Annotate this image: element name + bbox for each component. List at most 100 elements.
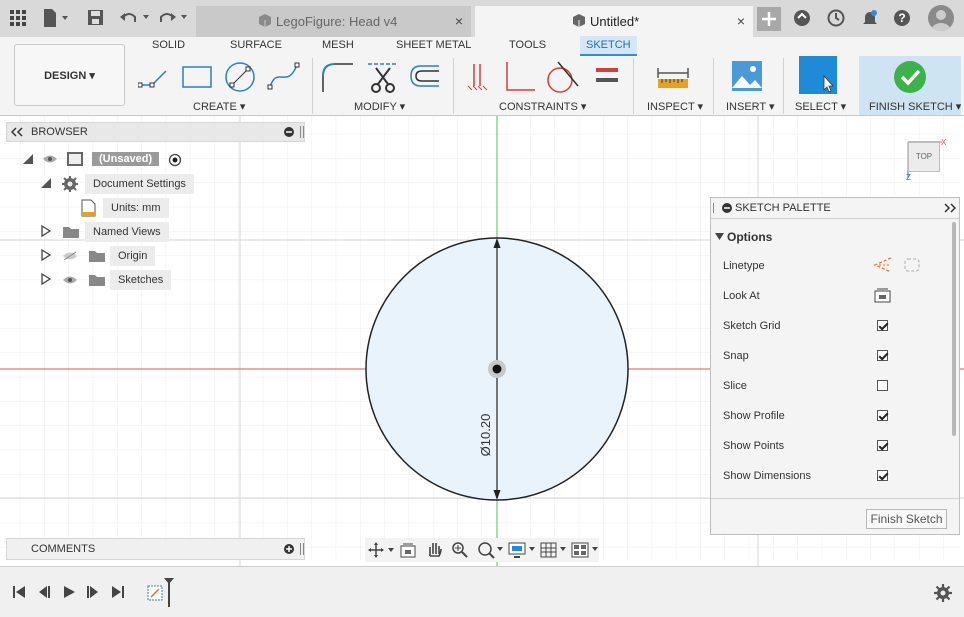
modify-group-label[interactable]: MODIFY ▾ (354, 100, 405, 113)
display-settings-icon[interactable] (508, 541, 536, 562)
collapsed-triangle-icon[interactable] (40, 248, 52, 264)
job-status-icon[interactable] (827, 9, 845, 30)
expand-triangle-icon[interactable] (22, 153, 34, 168)
equal-constraint-icon[interactable] (594, 66, 620, 91)
sidebar-item-sketches[interactable]: Sketches (40, 270, 180, 290)
workspace-switcher[interactable]: DESIGN ▾ (14, 44, 125, 106)
select-group-label[interactable]: SELECT ▾ (795, 100, 846, 113)
fillet-tool-icon[interactable] (320, 60, 354, 97)
orbit-icon[interactable] (368, 542, 394, 561)
palette-minimize-icon[interactable] (722, 203, 732, 216)
perpendicular-constraint-icon[interactable] (502, 60, 536, 97)
look-at-icon[interactable] (874, 287, 892, 306)
tab-sketch[interactable]: SKETCH (580, 36, 637, 56)
view-cube[interactable]: TOP X Z (900, 138, 950, 188)
finish-sketch-button[interactable]: Finish Sketch (866, 509, 947, 529)
add-comment-icon[interactable] (284, 544, 294, 557)
browser-minimize-icon[interactable] (284, 127, 294, 140)
show-profile-checkbox[interactable] (877, 410, 888, 421)
sidebar-item-document-settings[interactable]: Document Settings (40, 174, 200, 194)
extensions-icon[interactable] (793, 9, 811, 30)
hidden-eye-icon[interactable] (62, 251, 78, 264)
select-tool-icon[interactable] (799, 56, 837, 94)
constraints-group-label[interactable]: CONSTRAINTS ▾ (499, 100, 586, 113)
snap-checkbox[interactable] (877, 350, 888, 361)
construction-linetype-icon[interactable] (873, 256, 893, 277)
tab-tools[interactable]: TOOLS (509, 39, 546, 51)
viewports-icon[interactable] (571, 541, 599, 562)
show-dimensions-checkbox[interactable] (877, 470, 888, 481)
diameter-dimension-label[interactable]: Ø10.20 (478, 409, 493, 461)
expand-panel-icon[interactable] (944, 203, 957, 216)
look-at-nav-icon[interactable] (399, 541, 417, 562)
collapsed-triangle-icon[interactable] (40, 224, 52, 240)
sketch-grid-checkbox[interactable] (877, 320, 888, 331)
insert-image-icon[interactable] (731, 60, 763, 95)
browser-root-label[interactable]: (Unsaved) (92, 152, 160, 166)
zoom-window-icon[interactable] (476, 541, 504, 562)
sidebar-item-origin[interactable]: Origin (40, 246, 160, 266)
rectangle-tool-icon[interactable] (180, 63, 214, 94)
zoom-icon[interactable] (451, 541, 469, 562)
browser-header[interactable]: BROWSER (6, 122, 305, 142)
circle-tool-icon[interactable] (223, 60, 257, 97)
centerline-linetype-icon[interactable] (903, 257, 921, 276)
create-group-label[interactable]: CREATE ▾ (193, 100, 245, 113)
play-icon[interactable] (62, 585, 76, 602)
tab-mesh[interactable]: MESH (322, 39, 354, 51)
go-to-end-icon[interactable] (111, 585, 125, 602)
trim-scissors-icon[interactable] (366, 60, 400, 97)
go-to-start-icon[interactable] (12, 585, 26, 602)
comments-panel[interactable]: COMMENTS (6, 538, 305, 560)
document-tab-legofigure[interactable]: LegoFigure: Head v4 × (196, 6, 471, 37)
inspect-group-label[interactable]: INSPECT ▾ (647, 100, 703, 113)
visibility-eye-icon[interactable] (42, 154, 58, 167)
measure-ruler-icon[interactable] (656, 64, 690, 93)
panel-grip-icon[interactable] (300, 543, 304, 555)
collapse-panel-icon[interactable] (10, 127, 23, 140)
panel-grip-icon[interactable] (713, 203, 715, 213)
palette-header[interactable]: SKETCH PALETTE (711, 198, 959, 219)
step-back-icon[interactable] (37, 585, 51, 602)
center-point[interactable] (488, 360, 506, 378)
view-cube-top-face[interactable]: TOP (908, 142, 940, 172)
undo-icon[interactable] (119, 9, 151, 27)
collapsed-triangle-icon[interactable] (40, 272, 52, 288)
step-forward-icon[interactable] (86, 585, 100, 602)
tab-solid[interactable]: SOLID (152, 39, 185, 51)
tangent-constraint-icon[interactable] (544, 60, 580, 97)
pan-hand-icon[interactable] (425, 540, 443, 561)
insert-group-label[interactable]: INSERT ▾ (726, 100, 775, 113)
finish-group-label[interactable]: FINISH SKETCH ▾ (869, 100, 961, 113)
browser-root-row[interactable]: (Unsaved) (22, 150, 192, 170)
redo-icon[interactable] (159, 9, 191, 27)
spline-tool-icon[interactable] (267, 60, 301, 97)
line-tool-icon[interactable] (137, 63, 172, 94)
close-tab-icon[interactable]: × (455, 13, 463, 29)
visibility-eye-icon[interactable] (62, 275, 78, 288)
coincident-constraint-icon[interactable] (465, 60, 491, 97)
file-menu-icon[interactable] (42, 8, 70, 28)
document-tab-untitled[interactable]: Untitled* × (475, 6, 753, 37)
tab-sheet-metal[interactable]: SHEET METAL (396, 39, 471, 51)
offset-tool-icon[interactable] (407, 62, 441, 95)
help-icon[interactable]: ? (893, 9, 911, 30)
apps-grid-icon[interactable] (10, 10, 26, 26)
finish-sketch-check-icon[interactable] (893, 60, 927, 97)
options-section-header[interactable]: Options (715, 230, 772, 244)
panel-grip-icon[interactable] (300, 126, 304, 138)
tab-surface[interactable]: SURFACE (230, 39, 282, 51)
sidebar-item-units[interactable]: Units: mm (80, 198, 180, 218)
sidebar-item-named-views[interactable]: Named Views (40, 222, 180, 242)
slice-checkbox[interactable] (877, 380, 888, 391)
notifications-icon[interactable] (861, 9, 879, 30)
palette-scrollbar[interactable] (952, 222, 956, 436)
user-avatar[interactable] (928, 5, 954, 31)
show-points-checkbox[interactable] (877, 440, 888, 451)
save-icon[interactable] (87, 9, 105, 27)
new-tab-button[interactable] (757, 7, 781, 31)
activate-radio-icon[interactable] (168, 153, 182, 170)
close-tab-icon[interactable]: × (737, 13, 745, 29)
timeline-marker[interactable] (163, 577, 175, 610)
timeline-settings-gear-icon[interactable] (934, 584, 952, 605)
